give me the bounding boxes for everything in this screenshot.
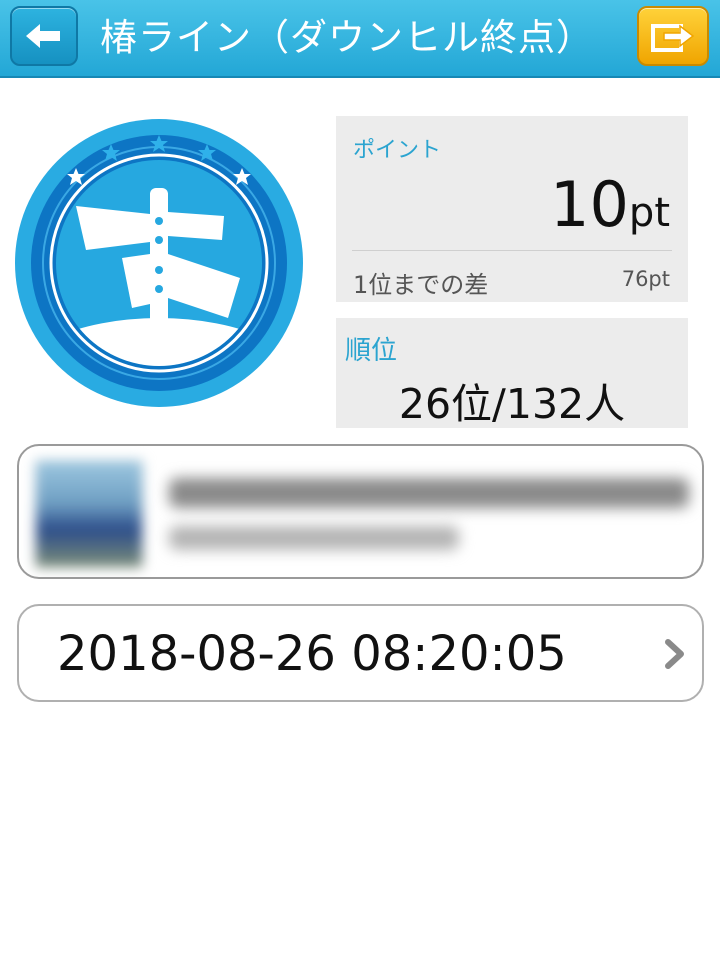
signpost-badge-icon [15,119,303,407]
spot-info-card[interactable] [17,444,704,579]
record-datetime: 2018-08-26 08:20:05 [57,626,567,682]
points-number: 10 [550,168,629,241]
divider [352,250,672,251]
page-title: 椿ライン（ダウンヒル終点） [100,16,594,59]
blurred-title [169,478,689,508]
rank-panel: 順位 26位/132人 [336,318,688,428]
back-button[interactable] [10,6,78,66]
points-unit: pt [628,190,670,236]
course-badge [14,118,304,408]
points-value: 10pt [550,168,670,241]
arrow-left-icon [26,24,60,48]
spot-thumbnail [35,460,143,568]
chevron-right-icon [665,639,684,669]
points-panel: ポイント 10pt 1位までの差 76pt [336,116,688,302]
blurred-subtitle [169,526,459,550]
gap-to-first-value: 76pt [621,267,670,291]
gap-to-first-label: 1位までの差 [353,271,489,299]
date-row[interactable]: 2018-08-26 08:20:05 [17,604,704,702]
app-header: 椿ライン（ダウンヒル終点） [0,0,720,78]
points-label: ポイント [353,138,442,163]
share-icon [651,24,695,52]
rank-label: 順位 [345,336,398,366]
share-button[interactable] [637,6,709,66]
rank-value: 26位/132人 [398,380,626,428]
